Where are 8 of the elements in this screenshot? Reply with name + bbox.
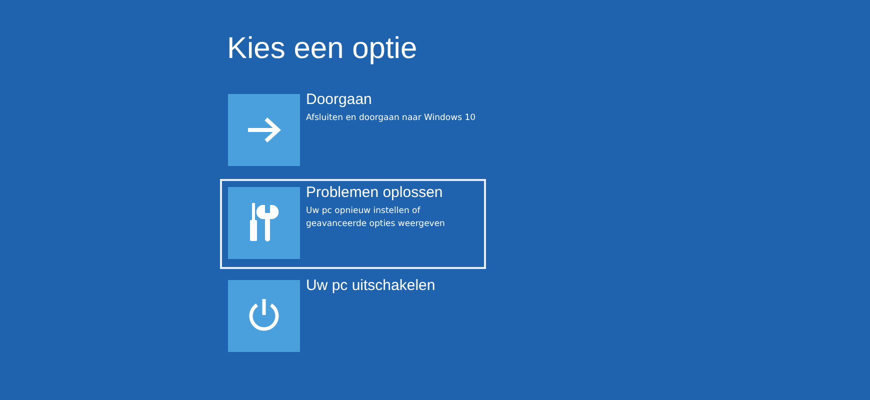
option-description: Afsluiten en doorgaan naar Windows 10	[306, 112, 476, 125]
page-title: Kies een optie	[227, 32, 418, 66]
tools-icon	[249, 203, 279, 243]
option-button[interactable]: Problemen oplossen Uw pc opnieuw instellen of geavanceerde opties weergeven	[220, 179, 486, 269]
option-description: Uw pc opnieuw instellen of geavanceerde opties weergeven	[306, 205, 446, 231]
arrow-icon	[246, 116, 282, 144]
option-button[interactable]: Doorgaan Afsluiten en doorgaan naar Windows 10	[220, 86, 486, 176]
option-button[interactable]: Uw pc uitschakelen	[220, 272, 486, 362]
